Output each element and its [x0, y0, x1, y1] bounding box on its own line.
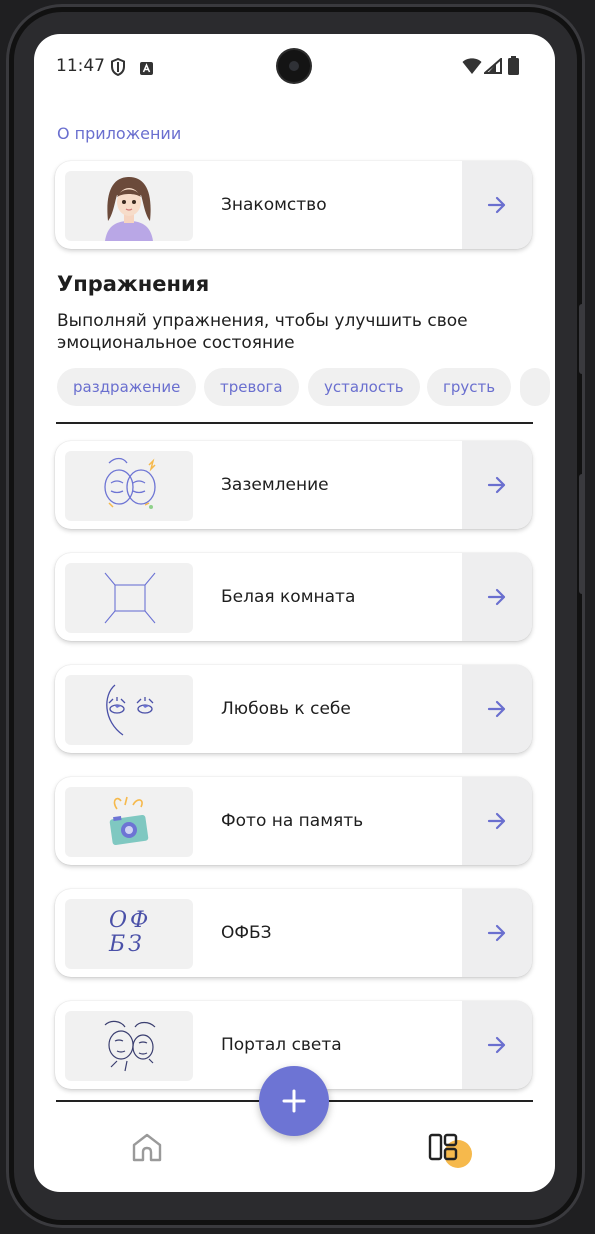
card-title: Белая комната [221, 587, 356, 607]
section-divider [56, 422, 533, 424]
signal-icon [482, 56, 502, 78]
home-icon [132, 1133, 162, 1162]
status-bar: 11:47 [34, 34, 555, 98]
open-button[interactable] [462, 777, 532, 865]
dashboard-icon [428, 1133, 472, 1168]
arrow-right-icon [487, 812, 506, 830]
exercise-card[interactable]: ОФ БЗ ОФБЗ [55, 889, 532, 977]
power-button [579, 474, 585, 594]
open-button[interactable] [462, 553, 532, 641]
arrow-right-icon [487, 700, 506, 718]
open-button[interactable] [462, 665, 532, 753]
card-title: Заземление [221, 475, 329, 495]
self-love-illustration [106, 684, 154, 736]
about-app-link[interactable]: О приложении [57, 124, 181, 143]
open-button[interactable] [462, 1001, 532, 1089]
plus-icon [282, 1089, 306, 1113]
chip-anxiety[interactable]: тревога [204, 368, 299, 406]
add-button[interactable] [259, 1066, 329, 1136]
status-time: 11:47 [56, 56, 105, 76]
front-camera [278, 50, 310, 82]
chip-more[interactable] [520, 368, 550, 406]
volume-button [579, 304, 585, 374]
arrow-right-icon [487, 196, 506, 214]
chip-irritation[interactable]: раздражение [57, 368, 197, 406]
chip-sadness[interactable]: грусть [427, 368, 512, 406]
about-card[interactable]: Знакомство [55, 161, 532, 249]
app-screen: 11:47 О приложении Знакомство Упражнения… [34, 34, 555, 1192]
exercises-title: Упражнения [57, 272, 210, 296]
arrow-right-icon [487, 588, 506, 606]
wifi-icon [462, 58, 482, 78]
battery-icon [508, 56, 519, 79]
card-title: Знакомство [221, 195, 327, 215]
exercise-card[interactable]: Заземление [55, 441, 532, 529]
camera-illustration [109, 796, 149, 845]
chip-fatigue[interactable]: усталость [308, 368, 420, 406]
card-title: Любовь к себе [221, 699, 351, 719]
girl-illustration [105, 177, 153, 241]
shield-icon [110, 57, 126, 80]
card-title: Фото на память [221, 811, 364, 831]
card-thumbnail [65, 1011, 193, 1081]
ofbz-letters: ОФ БЗ [109, 908, 152, 957]
nav-exercises-button[interactable] [428, 1130, 474, 1174]
white-room-illustration [104, 572, 156, 624]
card-thumbnail [65, 787, 193, 857]
card-thumbnail [65, 171, 193, 241]
open-button[interactable] [462, 889, 532, 977]
exercise-card[interactable]: Любовь к себе [55, 665, 532, 753]
card-thumbnail [65, 675, 193, 745]
open-button[interactable] [462, 441, 532, 529]
exercise-card[interactable]: Белая комната [55, 553, 532, 641]
keyboard-icon [140, 60, 153, 79]
arrow-right-icon [487, 1036, 506, 1054]
open-button[interactable] [462, 161, 532, 249]
grounding-illustration [104, 457, 156, 509]
exercise-card[interactable]: Фото на память [55, 777, 532, 865]
card-title: Портал света [221, 1035, 342, 1055]
card-thumbnail [65, 563, 193, 633]
arrow-right-icon [487, 924, 506, 942]
card-thumbnail [65, 451, 193, 521]
arrow-right-icon [487, 476, 506, 494]
card-title: ОФБЗ [221, 923, 272, 943]
light-portal-illustration [104, 1020, 156, 1072]
exercises-description: Выполняй упражнения, чтобы улучшить свое… [57, 311, 468, 353]
card-thumbnail: ОФ БЗ [65, 899, 193, 969]
nav-home-button[interactable] [130, 1130, 164, 1168]
